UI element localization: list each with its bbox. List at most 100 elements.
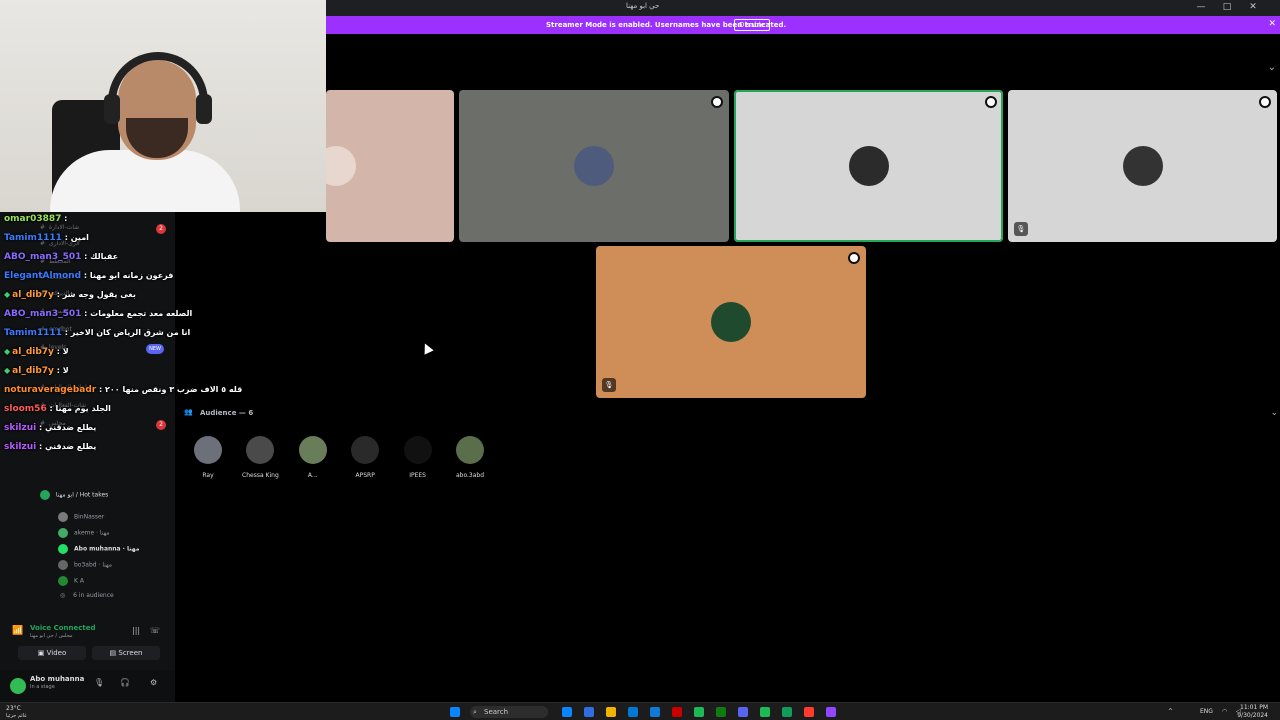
stage-speaker-tile[interactable] xyxy=(734,90,1003,242)
mouse-cursor xyxy=(420,341,434,355)
voice-user[interactable]: BinNasser xyxy=(58,512,104,526)
taskbar-app-icon[interactable] xyxy=(562,707,572,717)
microphone-icon[interactable]: 🎙 xyxy=(94,678,104,687)
stage-speaker-tile[interactable]: 🎙 xyxy=(596,246,866,398)
audience-member[interactable]: Chessa King xyxy=(234,436,286,480)
taskbar-app-icon[interactable] xyxy=(628,707,638,717)
taskbar-app-icon[interactable] xyxy=(782,707,792,717)
voice-user-name: K A xyxy=(74,577,84,585)
voice-user[interactable]: Abo muhanna · مهنا xyxy=(58,544,139,558)
close-window-button[interactable]: ✕ xyxy=(1244,2,1262,12)
headphone-right xyxy=(196,94,212,124)
moderator-icon xyxy=(985,96,997,108)
voice-connected-panel: 📶 Voice Connected مجلس / حي ابو مهنا |||… xyxy=(0,622,175,670)
voice-channel-path: مجلس / حي ابو مهنا xyxy=(30,633,73,639)
avatar xyxy=(574,146,614,186)
audience-member[interactable]: A... xyxy=(287,436,339,480)
gem-badge-icon: ◆ xyxy=(4,366,11,375)
avatar xyxy=(58,544,68,554)
avatar[interactable] xyxy=(10,678,26,694)
avatar xyxy=(351,436,380,464)
search-icon: ⌕ xyxy=(473,708,477,716)
disable-streamer-mode-button[interactable]: Disable xyxy=(734,19,770,31)
avatar xyxy=(456,436,484,464)
chat-username: al_dib7y xyxy=(12,290,54,300)
taskbar-app-icon[interactable] xyxy=(650,707,660,717)
system-clock[interactable]: 11:01 PM 9/30/2024 xyxy=(1237,704,1268,720)
chat-username: noturaveragebadr xyxy=(4,385,97,395)
voice-user-name: BinNasser xyxy=(74,513,105,521)
audience-member[interactable]: IPEES xyxy=(392,436,444,480)
chat-message: Tamim1111 : انا من شرق الرياض كان الاخير xyxy=(4,326,190,345)
headphone-left xyxy=(104,94,120,124)
chat-message: ElegantAlmond : فرعون زمانه ابو مهنا xyxy=(4,269,173,288)
taskbar-app-icon[interactable] xyxy=(584,707,594,717)
active-stage-channel[interactable]: ابو مهنا / Hot takes xyxy=(40,490,108,508)
chat-username: ElegantAlmond xyxy=(4,271,82,281)
chat-username: omar03887 xyxy=(4,214,62,224)
taskbar-search[interactable]: ⌕ Search xyxy=(470,706,548,718)
chat-username: al_dib7y xyxy=(12,347,54,357)
headset-icon[interactable]: 🎧 xyxy=(120,678,130,687)
taskbar-app-icon[interactable] xyxy=(804,707,814,717)
tray-chevron-icon[interactable]: ^ xyxy=(1168,708,1173,715)
avatar xyxy=(1122,146,1163,186)
chat-message: ABO_man3_501 : الصلعه معد تجمع معلومات xyxy=(4,307,192,326)
taskbar-app-icon[interactable] xyxy=(606,707,616,717)
chat-message: ◆ al_dib7y : بغى يقول وجه شر xyxy=(4,288,136,307)
audience-count[interactable]: ◎ 6 in audience xyxy=(60,592,114,606)
audience-member-name: Ray xyxy=(202,472,214,479)
start-icon[interactable] xyxy=(450,707,460,717)
weather-widget[interactable]: 23°C غائم جزئيا xyxy=(6,705,27,719)
avatar xyxy=(326,146,356,186)
chat-text: : الصلعه معد تجمع معلومات xyxy=(81,309,193,318)
chat-username: al_dib7y xyxy=(12,366,54,376)
stage-speaker-tile[interactable]: 🎙 xyxy=(1008,90,1277,242)
chat-text: : xyxy=(61,214,68,223)
chat-text: : عقبالك xyxy=(81,252,119,261)
voice-user[interactable]: K A xyxy=(58,576,84,590)
screen-share-button[interactable]: ▤ Screen xyxy=(92,646,160,660)
voice-user[interactable]: akeme · مهنا xyxy=(58,528,110,542)
maximize-button[interactable]: □ xyxy=(1218,2,1236,12)
taskbar-app-icon[interactable] xyxy=(672,707,682,717)
voice-status[interactable]: Voice Connected xyxy=(30,624,96,632)
avatar xyxy=(403,436,432,464)
taskbar-app-icon[interactable] xyxy=(716,707,726,717)
taskbar-app-icon[interactable] xyxy=(738,707,748,717)
language-indicator[interactable]: ENG xyxy=(1200,708,1213,715)
audience-count-icon: ◎ xyxy=(60,592,66,599)
banner-close-icon[interactable]: ✕ xyxy=(1268,19,1276,29)
noise-suppression-icon[interactable]: ||| xyxy=(132,626,140,635)
audience-chevron-icon[interactable]: ⌄ xyxy=(1270,408,1278,418)
streamer-mode-banner: Streamer Mode is enabled. Usernames have… xyxy=(326,16,1280,34)
stage-speaker-tile[interactable] xyxy=(326,90,454,242)
chat-message: skilzui : يطلع ضدقني xyxy=(4,440,96,459)
voice-user[interactable]: bo3abd · مهنا xyxy=(58,560,112,574)
collapse-chevron-icon[interactable]: ⌄ xyxy=(1268,62,1276,73)
audience-member-name: APSRP xyxy=(355,472,375,479)
stage-speaker-tile[interactable] xyxy=(459,90,729,242)
avatar xyxy=(246,436,275,464)
windows-taskbar: 23°C غائم جزئيا ⌕ Search ^ ENG ◠ ◁ 11:01… xyxy=(0,702,1280,720)
chat-message: skilzui : يطلع ضدقني xyxy=(4,421,96,440)
audience-member[interactable]: APSRP xyxy=(339,436,391,480)
chat-username: ABO_man3_501 xyxy=(4,309,82,319)
voice-user-name: Abo muhanna · مهنا xyxy=(74,545,140,553)
avatar xyxy=(298,436,327,464)
webcam-overlay xyxy=(0,0,326,212)
chat-text: : لا xyxy=(53,347,69,356)
user-status: In a stage xyxy=(30,684,55,690)
video-icon: ▣ xyxy=(37,649,47,657)
audience-member-name: Chessa King xyxy=(242,472,279,479)
audience-member[interactable]: abo.3abd xyxy=(444,436,496,480)
taskbar-app-icon[interactable] xyxy=(760,707,770,717)
wifi-icon[interactable]: ◠ xyxy=(1222,708,1227,715)
taskbar-app-icon[interactable] xyxy=(826,707,836,717)
video-button[interactable]: ▣ Video xyxy=(18,646,86,660)
user-name[interactable]: Abo muhanna xyxy=(30,675,84,683)
taskbar-app-icon[interactable] xyxy=(694,707,704,717)
disconnect-icon[interactable]: ☏ xyxy=(150,626,160,635)
gear-icon[interactable]: ⚙ xyxy=(150,678,157,687)
minimize-button[interactable]: — xyxy=(1192,2,1210,12)
